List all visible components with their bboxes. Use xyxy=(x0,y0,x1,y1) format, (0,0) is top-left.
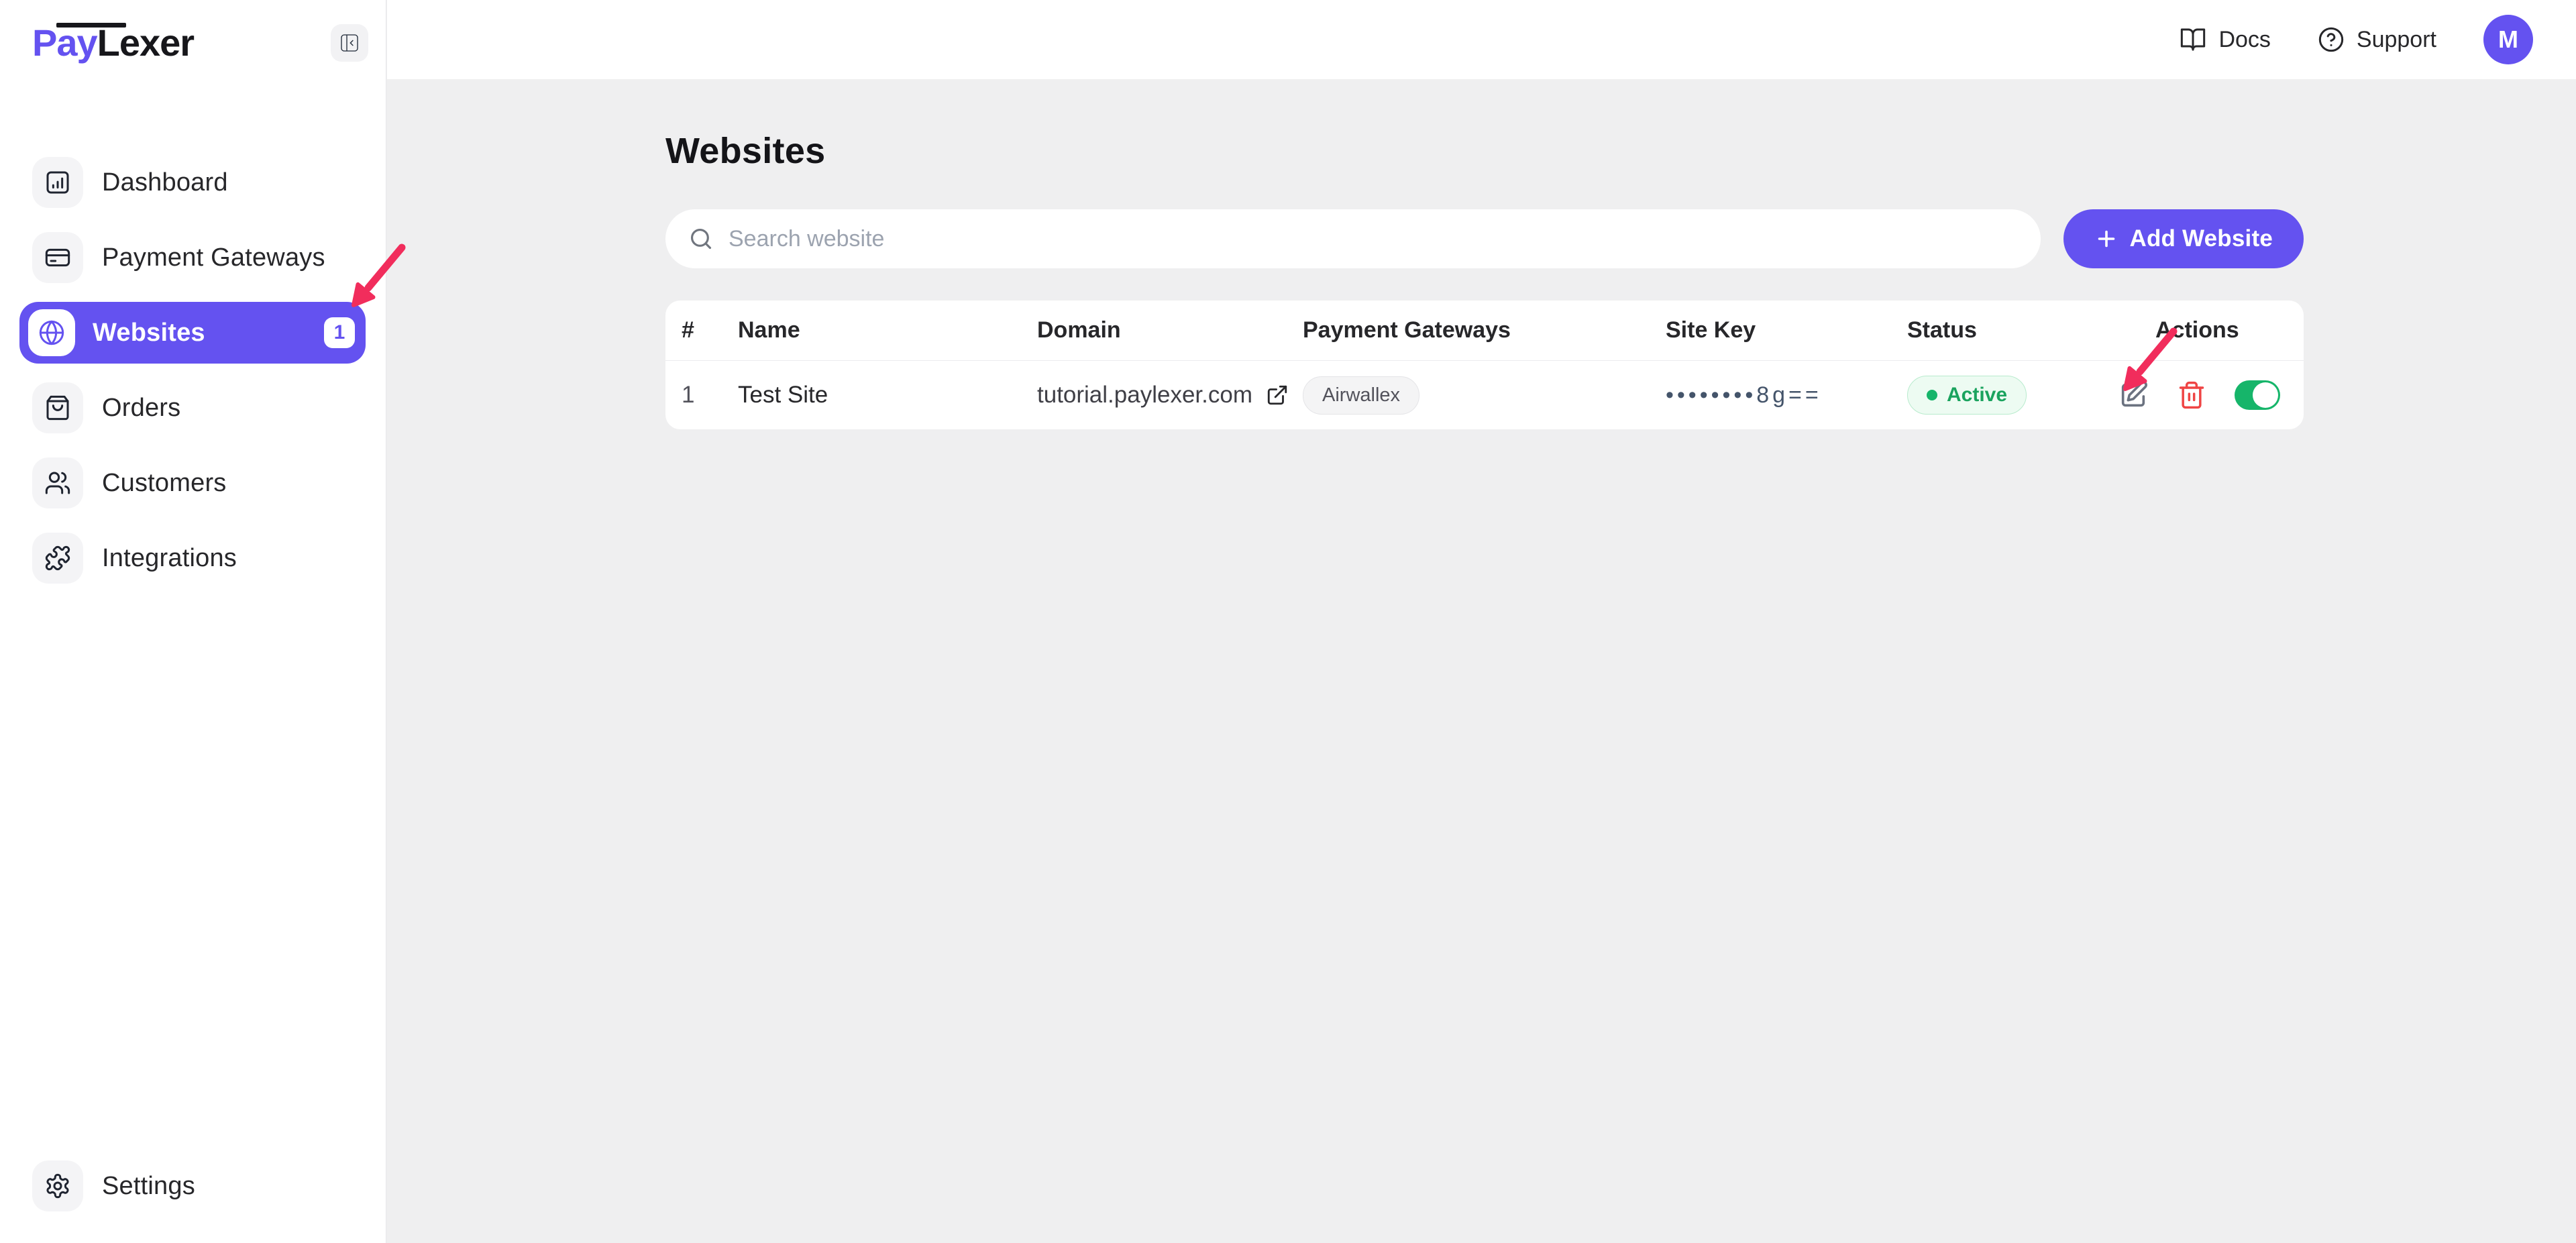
sidebar: PayLexer Dashboard Payment Gateway xyxy=(0,0,386,1243)
search-box xyxy=(665,209,2041,268)
external-link-icon[interactable] xyxy=(1266,384,1289,407)
column-header-index: # xyxy=(682,317,738,343)
dashboard-chart-icon xyxy=(32,157,83,208)
users-icon xyxy=(32,457,83,508)
trash-icon xyxy=(2177,380,2206,410)
sidebar-header: PayLexer xyxy=(0,0,386,86)
square-pen-icon xyxy=(2118,380,2149,411)
plus-icon xyxy=(2094,227,2118,251)
status-label: Active xyxy=(1947,384,2007,407)
logo-bar-decoration xyxy=(56,23,126,28)
row-index: 1 xyxy=(682,382,738,409)
add-website-button[interactable]: Add Website xyxy=(2063,209,2304,268)
sidebar-item-label: Orders xyxy=(102,394,180,423)
column-header-name: Name xyxy=(738,317,1037,343)
search-icon xyxy=(688,226,714,252)
sidebar-item-orders[interactable]: Orders xyxy=(0,370,386,445)
website-enabled-toggle[interactable] xyxy=(2235,380,2280,410)
support-link[interactable]: Support xyxy=(2318,26,2436,53)
docs-label: Docs xyxy=(2218,27,2270,53)
actions-cell xyxy=(2118,380,2288,411)
avatar-initial: M xyxy=(2498,25,2518,54)
support-label: Support xyxy=(2357,27,2436,53)
main-content: Websites Add Website # Name Domain Payme… xyxy=(387,79,2576,1243)
sidebar-item-customers[interactable]: Customers xyxy=(0,445,386,521)
globe-icon xyxy=(28,309,75,356)
app-root: PayLexer Dashboard Payment Gateway xyxy=(0,0,2576,1243)
column-header-gateways: Payment Gateways xyxy=(1303,317,1666,343)
toolbar: Add Website xyxy=(665,209,2304,268)
sidebar-item-dashboard[interactable]: Dashboard xyxy=(0,145,386,220)
website-name: Test Site xyxy=(738,382,1037,409)
column-header-domain: Domain xyxy=(1037,317,1303,343)
sidebar-footer: Settings xyxy=(0,1148,386,1243)
status-badge: Active xyxy=(1907,376,2027,415)
help-circle-icon xyxy=(2318,26,2345,53)
sidebar-item-label: Settings xyxy=(102,1172,195,1201)
table-header-row: # Name Domain Payment Gateways Site Key … xyxy=(665,301,2304,361)
toggle-knob xyxy=(2253,382,2278,408)
column-header-status: Status xyxy=(1907,317,2155,343)
sidebar-item-websites[interactable]: Websites 1 xyxy=(19,302,366,364)
page-title: Websites xyxy=(665,130,2304,172)
column-header-sitekey: Site Key xyxy=(1666,317,1907,343)
column-header-actions: Actions xyxy=(2155,317,2288,343)
docs-link[interactable]: Docs xyxy=(2180,26,2270,53)
topbar: Docs Support M xyxy=(387,0,2576,79)
domain-text: tutorial.paylexer.com xyxy=(1037,382,1252,409)
sidebar-item-label: Customers xyxy=(102,469,227,498)
credit-card-icon xyxy=(32,232,83,283)
delete-website-button[interactable] xyxy=(2177,380,2206,410)
gateway-cell: Airwallex xyxy=(1303,376,1666,415)
websites-count-badge: 1 xyxy=(324,317,355,348)
sidebar-item-label: Websites xyxy=(93,319,205,347)
book-open-icon xyxy=(2180,26,2206,53)
brand-logo: PayLexer xyxy=(32,24,194,62)
gateway-chip: Airwallex xyxy=(1303,376,1419,415)
status-dot-icon xyxy=(1927,390,1937,400)
masked-site-key: ••••••••8g== xyxy=(1666,382,1822,409)
puzzle-icon xyxy=(32,533,83,584)
panel-left-collapse-icon xyxy=(339,32,360,54)
sitekey-cell: ••••••••8g== xyxy=(1666,382,1907,409)
sidebar-item-label: Payment Gateways xyxy=(102,244,325,272)
user-avatar[interactable]: M xyxy=(2483,15,2533,64)
search-input[interactable] xyxy=(729,226,2018,252)
gear-icon xyxy=(32,1160,83,1211)
sidebar-item-integrations[interactable]: Integrations xyxy=(0,521,386,596)
website-domain: tutorial.paylexer.com xyxy=(1037,382,1303,409)
sidebar-collapse-button[interactable] xyxy=(331,24,368,62)
shopping-bag-icon xyxy=(32,382,83,433)
sidebar-item-settings[interactable]: Settings xyxy=(0,1148,386,1224)
brand-name-secondary: Lexer xyxy=(97,21,194,64)
websites-table: # Name Domain Payment Gateways Site Key … xyxy=(665,301,2304,429)
sidebar-nav: Dashboard Payment Gateways Websites 1 xyxy=(0,145,386,596)
edit-website-button[interactable] xyxy=(2118,380,2149,411)
brand-name-primary: Pay xyxy=(32,21,97,64)
sidebar-item-label: Integrations xyxy=(102,544,237,573)
add-website-label: Add Website xyxy=(2129,225,2273,252)
sidebar-item-payment-gateways[interactable]: Payment Gateways xyxy=(0,220,386,295)
table-row: 1 Test Site tutorial.paylexer.com Airwal… xyxy=(665,361,2304,429)
sidebar-item-label: Dashboard xyxy=(102,168,228,197)
